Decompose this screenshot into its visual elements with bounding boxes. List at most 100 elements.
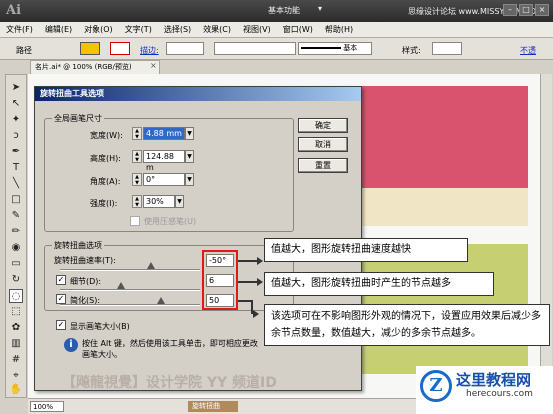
magic-wand-icon[interactable]: ✦ bbox=[9, 113, 23, 127]
stroke-label[interactable]: 描边: bbox=[140, 45, 159, 56]
brand-url: herecours.com bbox=[466, 389, 533, 399]
app-logo: Ai bbox=[6, 3, 22, 18]
eyedropper-icon[interactable]: ⌖ bbox=[9, 369, 23, 383]
cancel-button[interactable]: 取消 bbox=[298, 137, 348, 152]
callout-simplify: 该选项可在不影响图形外观的情况下，设置应用效果后减少多余节点数量，数值越大，减少… bbox=[264, 304, 550, 346]
fill-swatch[interactable] bbox=[80, 42, 100, 55]
callout-arrow-3 bbox=[238, 300, 252, 302]
show-brush-size-checkbox[interactable]: ✓ bbox=[56, 320, 66, 330]
width-label: 宽度(W): bbox=[90, 131, 123, 140]
reset-button[interactable]: 重置 bbox=[298, 158, 348, 173]
rotate-tool-icon[interactable]: ↻ bbox=[9, 273, 23, 287]
vertical-scrollbar[interactable] bbox=[540, 74, 552, 398]
simplify-thumb[interactable] bbox=[157, 297, 165, 304]
menu-object[interactable]: 对象(O) bbox=[84, 24, 113, 35]
height-field[interactable]: 124.88 m bbox=[143, 150, 185, 172]
type-tool-icon[interactable]: T bbox=[9, 161, 23, 175]
callout-arrow-1 bbox=[238, 260, 258, 262]
pressure-pen-checkbox[interactable] bbox=[130, 216, 140, 226]
direct-selection-icon[interactable]: ↖ bbox=[9, 97, 23, 111]
graph-tool-icon[interactable]: ▥ bbox=[9, 337, 23, 351]
height-spinner[interactable]: ▲ ▼ bbox=[132, 150, 142, 163]
info-icon: i bbox=[64, 338, 78, 352]
rectangle-tool-icon[interactable]: □ bbox=[9, 193, 23, 207]
arrow-head-icon bbox=[257, 257, 263, 265]
line-tool-icon[interactable]: ╲ bbox=[9, 177, 23, 191]
dialog-title: 旋转扭曲工具选项 bbox=[35, 87, 361, 101]
stroke-swatch[interactable] bbox=[110, 42, 130, 55]
menu-effect[interactable]: 效果(C) bbox=[203, 24, 231, 35]
menu-window[interactable]: 窗口(W) bbox=[283, 24, 313, 35]
detail-thumb[interactable] bbox=[117, 282, 125, 289]
height-label: 高度(H): bbox=[90, 154, 121, 163]
brush-value: 基本 bbox=[343, 44, 358, 52]
arrow-head-icon bbox=[257, 278, 263, 286]
hand-tool-icon[interactable]: ✋ bbox=[9, 383, 23, 397]
detail-slider[interactable] bbox=[60, 289, 200, 291]
callout-rate: 值越大，图形旋转扭曲速度越快 bbox=[264, 238, 468, 262]
maximize-icon[interactable]: □ bbox=[519, 4, 533, 16]
bottom-watermark: 【飚龍視覺】设计学院 YY 频道ID bbox=[62, 375, 277, 391]
width-field[interactable]: 4.88 mm bbox=[143, 127, 185, 140]
opacity-label[interactable]: 不透 bbox=[520, 45, 536, 56]
selection-type-label: 路径 bbox=[16, 46, 32, 55]
detail-checkbox[interactable]: ✓ bbox=[56, 275, 66, 285]
brand-name: 这里教程网 bbox=[456, 371, 532, 389]
free-transform-icon[interactable]: ⬚ bbox=[9, 305, 23, 319]
menu-view[interactable]: 视图(V) bbox=[243, 24, 271, 35]
variable-width-select[interactable] bbox=[214, 42, 296, 55]
intensity-field[interactable]: 30% bbox=[143, 195, 175, 208]
angle-field[interactable]: 0° bbox=[143, 173, 185, 186]
paintbrush-icon[interactable]: ✎ bbox=[9, 209, 23, 223]
simplify-checkbox[interactable]: ✓ bbox=[56, 294, 66, 304]
menu-file[interactable]: 文件(F) bbox=[6, 24, 33, 35]
twirl-tool-icon[interactable]: ◌ bbox=[9, 289, 23, 303]
detail-label: 细节(D): bbox=[70, 277, 102, 286]
tools-panel: ➤ ↖ ✦ ↄ ✒ T ╲ □ ✎ ✏ ◉ ▭ ↻ ◌ ⬚ ✿ ▥ # ⌖ ✋ bbox=[5, 74, 27, 398]
angle-spinner[interactable]: ▲ ▼ bbox=[132, 173, 142, 186]
symbol-sprayer-icon[interactable]: ✿ bbox=[9, 321, 23, 335]
style-label: 样式: bbox=[402, 46, 421, 55]
close-icon[interactable]: × bbox=[535, 4, 549, 16]
twirl-rate-thumb[interactable] bbox=[147, 262, 155, 269]
minimize-icon[interactable]: – bbox=[503, 4, 517, 16]
brush-size-hint: 按住 Alt 键，然后使用该工具单击，即可相应更改画笔大小。 bbox=[82, 339, 258, 359]
width-spinner[interactable]: ▲ ▼ bbox=[132, 127, 142, 140]
close-icon[interactable]: × bbox=[150, 61, 157, 70]
brush-preview bbox=[301, 47, 341, 49]
stroke-weight-select[interactable] bbox=[166, 42, 204, 55]
ok-button[interactable]: 确定 bbox=[298, 118, 348, 133]
lasso-icon[interactable]: ↄ bbox=[9, 129, 23, 143]
twirl-rate-label: 旋转扭曲速率(T): bbox=[54, 256, 116, 265]
document-tab[interactable]: 名片.ai* @ 100% (RGB/预览) bbox=[30, 60, 160, 74]
angle-label: 角度(A): bbox=[90, 177, 121, 186]
menu-select[interactable]: 选择(S) bbox=[164, 24, 191, 35]
mesh-tool-icon[interactable]: # bbox=[9, 353, 23, 367]
zoom-select[interactable]: 100% bbox=[30, 401, 64, 412]
brush-select[interactable]: 基本 bbox=[298, 42, 372, 55]
workspace-switcher[interactable]: 基本功能 bbox=[268, 5, 300, 16]
pen-icon[interactable]: ✒ bbox=[9, 145, 23, 159]
chevron-down-icon[interactable]: ▾ bbox=[318, 4, 322, 13]
simplify-slider[interactable] bbox=[60, 304, 200, 306]
pencil-icon[interactable]: ✏ bbox=[9, 225, 23, 239]
chevron-down-icon[interactable]: ▼ bbox=[175, 195, 184, 208]
blob-brush-icon[interactable]: ◉ bbox=[9, 241, 23, 255]
twirl-rate-slider[interactable] bbox=[60, 269, 200, 271]
menu-type[interactable]: 文字(T) bbox=[125, 24, 152, 35]
menu-help[interactable]: 帮助(H) bbox=[325, 24, 353, 35]
arrow-head-icon bbox=[253, 310, 259, 318]
chevron-down-icon[interactable]: ▼ bbox=[185, 127, 194, 140]
intensity-spinner[interactable]: ▲ ▼ bbox=[132, 195, 142, 208]
menu-edit[interactable]: 编辑(E) bbox=[45, 24, 72, 35]
callout-arrow-2 bbox=[238, 281, 258, 283]
window-controls: – □ × bbox=[503, 4, 549, 16]
chevron-down-icon[interactable]: ▼ bbox=[185, 173, 194, 186]
selection-tool-icon[interactable]: ➤ bbox=[9, 81, 23, 95]
style-select[interactable] bbox=[432, 42, 462, 55]
callout-detail: 值越大，图形旋转扭曲时产生的节点越多 bbox=[264, 272, 494, 296]
status-current-tool[interactable]: 旋转扭曲 bbox=[188, 401, 238, 412]
global-brush-group-label: 全局画笔尺寸 bbox=[52, 113, 104, 124]
eraser-icon[interactable]: ▭ bbox=[9, 257, 23, 271]
chevron-down-icon[interactable]: ▼ bbox=[185, 150, 194, 163]
